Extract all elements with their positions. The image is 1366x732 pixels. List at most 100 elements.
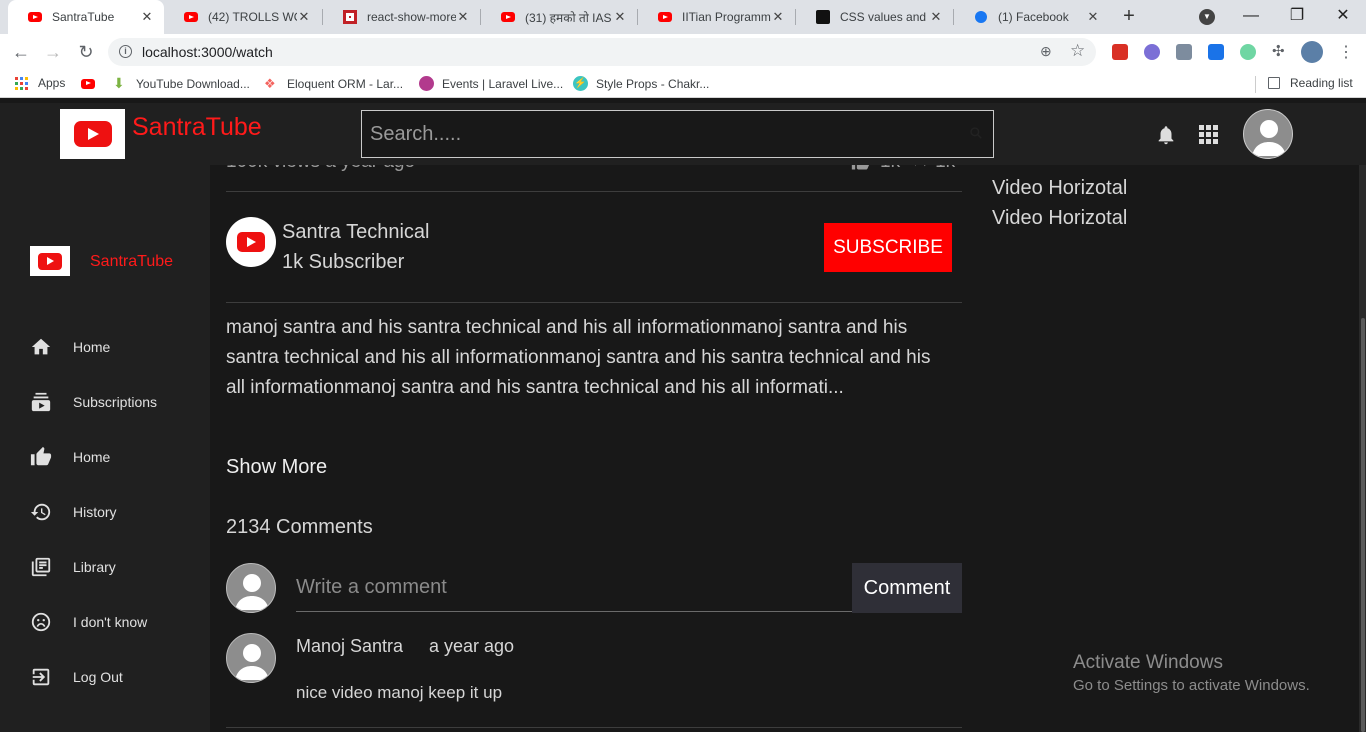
tab-title: (1) Facebook bbox=[998, 10, 1069, 24]
bookmark-eloquent[interactable]: ❖ Eloquent ORM - Lar... bbox=[264, 76, 403, 91]
bookmark-label: YouTube Download... bbox=[136, 76, 250, 91]
close-icon[interactable]: ✕ bbox=[1086, 9, 1100, 25]
search-icon[interactable] bbox=[969, 126, 983, 140]
tab-title: SantraTube bbox=[52, 10, 115, 24]
user-avatar[interactable] bbox=[1243, 109, 1293, 159]
sidebar-item-liked[interactable]: Home bbox=[30, 445, 110, 469]
profile-avatar[interactable] bbox=[1301, 41, 1323, 63]
more-menu-icon[interactable]: ⋮ bbox=[1338, 42, 1354, 62]
close-icon[interactable]: ✕ bbox=[456, 9, 470, 25]
close-icon[interactable]: ✕ bbox=[771, 9, 785, 25]
site-info-icon[interactable]: i bbox=[119, 45, 132, 58]
user-silhouette-icon bbox=[235, 574, 269, 610]
close-icon[interactable]: ✕ bbox=[613, 9, 627, 25]
extension-icon[interactable] bbox=[1208, 44, 1224, 60]
description-line: all informationmanoj santra and his sant… bbox=[226, 377, 844, 398]
watch-main: 100k views a year ago 1k ➦ 1k Santra Tec… bbox=[226, 103, 962, 732]
home-icon bbox=[31, 338, 51, 355]
sidebar-logo[interactable] bbox=[30, 246, 70, 276]
minimize-icon[interactable]: — bbox=[1239, 4, 1263, 28]
comment-author[interactable]: Manoj Santra bbox=[296, 636, 403, 657]
pdf-extension-icon[interactable] bbox=[1112, 44, 1128, 60]
sidebar-item-unknown[interactable]: I don't know bbox=[30, 610, 147, 634]
subscriptions-icon bbox=[31, 392, 51, 412]
bookmark-star-icon[interactable]: ☆ bbox=[1070, 41, 1085, 61]
reading-list-icon bbox=[1268, 77, 1280, 89]
activate-windows-title: Activate Windows bbox=[1073, 652, 1223, 673]
reload-icon[interactable]: ↻ bbox=[75, 41, 97, 63]
sidebar-item-home[interactable]: Home bbox=[30, 335, 110, 359]
close-icon[interactable]: ✕ bbox=[140, 9, 154, 25]
bookmark-chakra[interactable]: ⚡ Style Props - Chakr... bbox=[573, 76, 709, 91]
youtube-icon bbox=[81, 76, 96, 91]
sidebar: SantraTube Home Subscriptions Home Histo… bbox=[0, 165, 210, 732]
bookmark-label: Style Props - Chakr... bbox=[596, 76, 710, 91]
bookmark-label: Eloquent ORM - Lar... bbox=[287, 76, 404, 91]
sidebar-item-label: Home bbox=[73, 449, 111, 465]
youtube-icon bbox=[657, 9, 673, 25]
channel-name[interactable]: Santra Technical bbox=[282, 221, 430, 244]
bookmark-events-laravel[interactable]: Events | Laravel Live... bbox=[419, 76, 563, 91]
close-icon[interactable]: ✕ bbox=[297, 9, 311, 25]
subscriber-count: 1k Subscriber bbox=[282, 251, 405, 273]
tab-title: react-show-more-text bbox=[367, 10, 456, 24]
facebook-icon bbox=[973, 9, 989, 25]
scrollbar-thumb[interactable] bbox=[1361, 318, 1365, 732]
description-line: manoj santra and his santra technical an… bbox=[226, 317, 931, 368]
header-brand[interactable]: SantraTube bbox=[132, 113, 262, 142]
divider bbox=[226, 191, 962, 192]
header-logo[interactable] bbox=[60, 109, 125, 159]
tab-santratube[interactable]: SantraTube ✕ bbox=[8, 0, 164, 34]
puzzle-extensions-icon[interactable]: ✣ bbox=[1272, 42, 1288, 60]
subscribe-button[interactable]: SUBSCRIBE bbox=[824, 223, 952, 272]
related-video-item[interactable]: Video Horizotal bbox=[992, 177, 1127, 200]
show-more-button[interactable]: Show More bbox=[226, 456, 327, 479]
tab-trolls[interactable]: (42) TROLLS WORLD TOUR ✕ bbox=[164, 0, 321, 34]
thumb-up-icon bbox=[30, 446, 52, 466]
comment-input[interactable] bbox=[296, 563, 852, 612]
tab-css-values[interactable]: CSS values and units ✕ bbox=[796, 0, 953, 34]
address-bar[interactable]: i localhost:3000/watch ⊕ ☆ bbox=[108, 38, 1096, 66]
forward-icon[interactable]: → bbox=[42, 41, 64, 63]
extension-icon[interactable] bbox=[1144, 44, 1160, 60]
channel-avatar[interactable] bbox=[226, 217, 276, 267]
new-tab-button[interactable]: + bbox=[1118, 6, 1140, 28]
apps-grid-icon[interactable] bbox=[1199, 125, 1218, 144]
tab-title: CSS values and units bbox=[840, 10, 929, 24]
reading-list-button[interactable]: Reading list bbox=[1268, 76, 1353, 90]
bookmark-divider bbox=[1255, 76, 1256, 93]
search-box bbox=[361, 110, 994, 158]
laravel-live-icon bbox=[419, 76, 434, 91]
user-silhouette-icon bbox=[235, 644, 269, 680]
window-close-icon[interactable]: ✕ bbox=[1331, 4, 1355, 28]
bookmark-youtube-download[interactable]: ⬇ YouTube Download... bbox=[113, 76, 250, 91]
video-description: manoj santra and his santra technical an… bbox=[226, 313, 962, 403]
sidebar-item-label: History bbox=[73, 504, 117, 520]
tab-facebook[interactable]: (1) Facebook ✕ bbox=[954, 0, 1110, 34]
bookmark-youtube[interactable] bbox=[81, 76, 104, 91]
close-icon[interactable]: ✕ bbox=[929, 9, 943, 25]
tab-react-show-more[interactable]: react-show-more-text ✕ bbox=[323, 0, 480, 34]
tab-search-icon[interactable]: ▼ bbox=[1199, 9, 1215, 25]
sidebar-brand[interactable]: SantraTube bbox=[90, 253, 173, 271]
comment-submit-button[interactable]: Comment bbox=[852, 563, 962, 613]
extension-icon[interactable] bbox=[1240, 44, 1256, 60]
youtube-logo-icon bbox=[237, 232, 265, 252]
zoom-icon[interactable]: ⊕ bbox=[1040, 43, 1052, 60]
back-icon[interactable]: ← bbox=[10, 41, 32, 63]
youtube-logo-icon bbox=[38, 252, 62, 270]
sidebar-item-history[interactable]: History bbox=[30, 500, 117, 524]
bell-icon[interactable] bbox=[1155, 123, 1177, 147]
notes-extension-icon[interactable] bbox=[1176, 44, 1192, 60]
bookmarks-bar: Apps ⬇ YouTube Download... ❖ Eloquent OR… bbox=[0, 70, 1366, 98]
url-text: localhost:3000/watch bbox=[142, 44, 273, 60]
sidebar-item-library[interactable]: Library bbox=[30, 555, 116, 579]
restore-icon[interactable]: ❐ bbox=[1285, 4, 1309, 28]
bookmark-apps[interactable]: Apps bbox=[15, 76, 65, 90]
tab-ias[interactable]: (31) हमको तो IAS बनना ✕ bbox=[481, 0, 637, 34]
tab-iitian[interactable]: IITian Programmer ✕ bbox=[638, 0, 795, 34]
sidebar-item-logout[interactable]: Log Out bbox=[30, 665, 123, 689]
related-video-item[interactable]: Video Horizotal bbox=[992, 207, 1127, 230]
sidebar-item-subscriptions[interactable]: Subscriptions bbox=[30, 390, 157, 414]
search-input[interactable] bbox=[362, 111, 993, 157]
